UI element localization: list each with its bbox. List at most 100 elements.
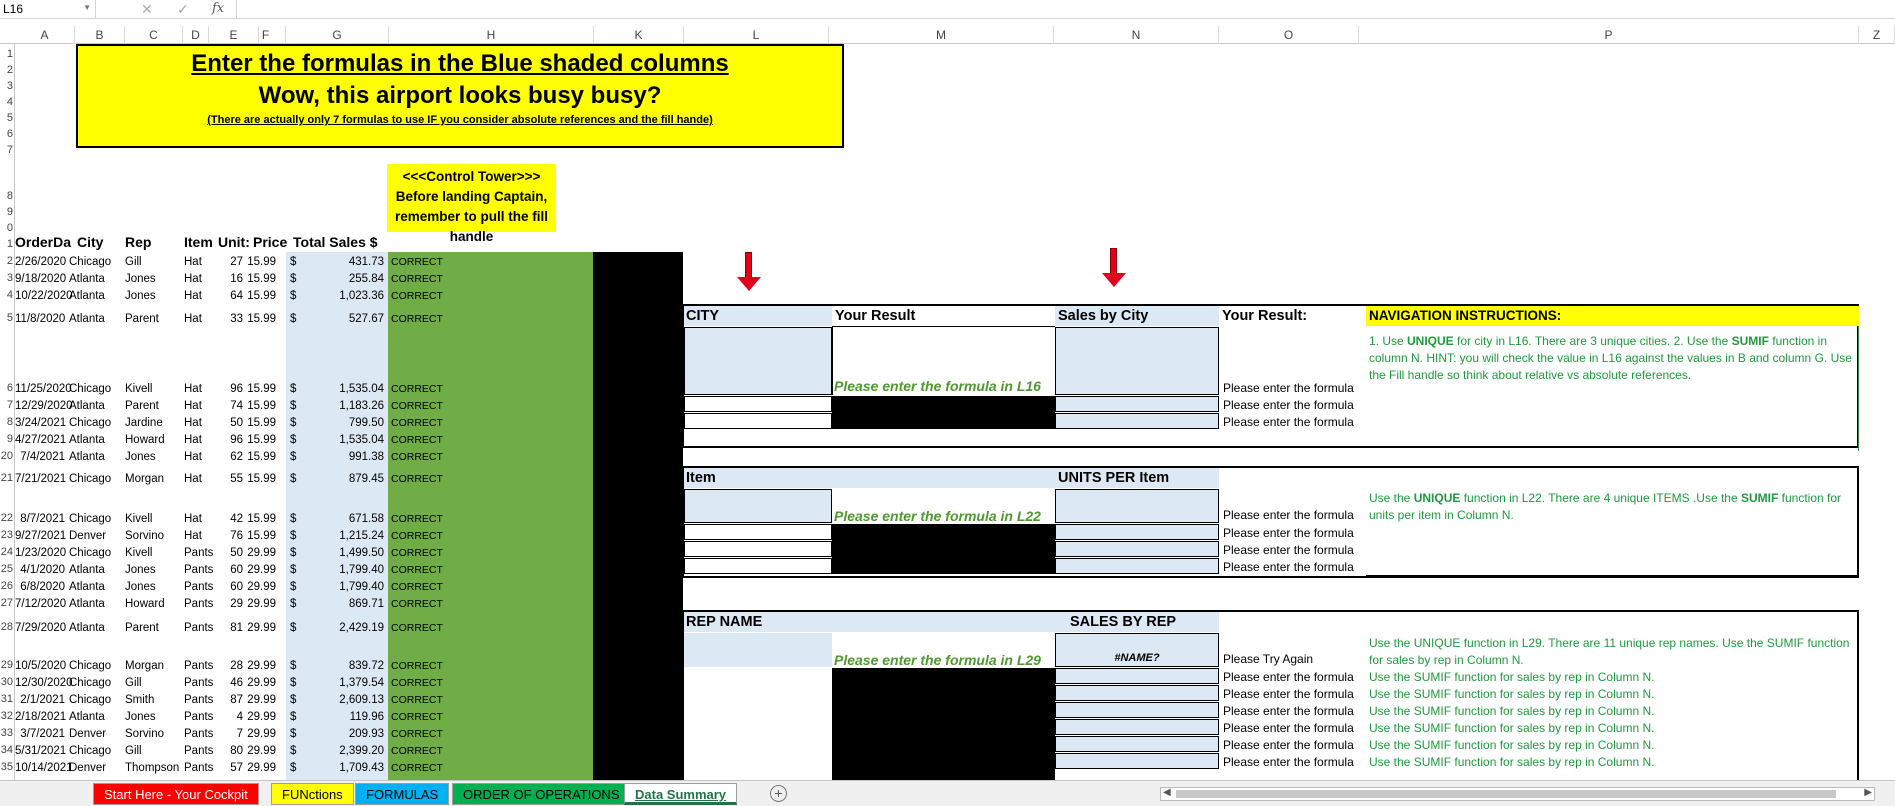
cell-units: 33: [230, 313, 243, 325]
column-header[interactable]: P: [1359, 26, 1859, 44]
row-header[interactable]: 23: [0, 529, 14, 541]
horizontal-scrollbar[interactable]: ◀ ▶: [1160, 787, 1875, 801]
enter-formula-message: Please enter the formula in L16: [834, 378, 1041, 394]
units-per-item-cell[interactable]: [1055, 541, 1219, 557]
sales-by-city-cell[interactable]: [1055, 396, 1219, 412]
tab-start-here[interactable]: Start Here - Your Cockpit: [93, 783, 259, 805]
sales-by-rep-cell[interactable]: #NAME?: [1055, 633, 1219, 667]
column-header[interactable]: N: [1054, 26, 1219, 44]
row-header[interactable]: 9: [0, 433, 14, 445]
enter-icon[interactable]: ✓: [177, 1, 189, 18]
row-header[interactable]: 34: [0, 744, 14, 756]
row-header[interactable]: 29: [0, 659, 14, 671]
row-header[interactable]: 7: [0, 144, 14, 156]
units-per-item-cell[interactable]: [1055, 489, 1219, 523]
row-header[interactable]: 4: [0, 289, 14, 301]
column-header[interactable]: M: [829, 26, 1054, 44]
column-header[interactable]: A: [15, 26, 75, 44]
row-header[interactable]: 22: [0, 512, 14, 524]
cell-city: Chicago: [69, 694, 112, 706]
row-header[interactable]: 24: [0, 546, 14, 558]
row-header[interactable]: 2: [0, 255, 14, 267]
column-header[interactable]: O: [1219, 26, 1359, 44]
name-box[interactable]: L16 ▼: [0, 0, 96, 18]
item-cell[interactable]: [684, 524, 832, 540]
sales-by-rep-cell[interactable]: [1055, 719, 1219, 735]
row-header[interactable]: 8: [0, 190, 14, 202]
row-header[interactable]: 3: [0, 272, 14, 284]
cell-item: Pants: [184, 677, 214, 689]
row-header[interactable]: 25: [0, 563, 14, 575]
row-header[interactable]: 32: [0, 710, 14, 722]
tab-order-of-operations[interactable]: ORDER OF OPERATIONS: [452, 783, 631, 805]
row-header[interactable]: 33: [0, 727, 14, 739]
formula-input[interactable]: [236, 0, 1895, 18]
sales-by-rep-cell[interactable]: [1055, 736, 1219, 752]
worksheet-grid[interactable]: Enter the formulas in the Blue shaded co…: [15, 44, 1895, 780]
row-header[interactable]: 7: [0, 399, 14, 411]
row-header[interactable]: 28: [0, 621, 14, 633]
city-input-cell-l16[interactable]: [684, 327, 832, 395]
cell-item: Pants: [184, 581, 214, 593]
cell-city: Atlanta: [69, 451, 105, 463]
rep-hint-row: Use the SUMIF function for sales by rep …: [1369, 755, 1655, 769]
tab-formulas[interactable]: FORMULAS: [355, 783, 450, 805]
sales-by-rep-cell[interactable]: [1055, 753, 1219, 769]
row-header[interactable]: 0: [0, 222, 14, 234]
row-header[interactable]: 8: [0, 416, 14, 428]
row-header[interactable]: 26: [0, 580, 14, 592]
row-header[interactable]: 4: [0, 96, 14, 108]
units-per-item-cell[interactable]: [1055, 558, 1219, 574]
fx-icon[interactable]: fx: [212, 1, 224, 16]
item-cell[interactable]: [684, 558, 832, 574]
scroll-right-icon[interactable]: ▶: [1864, 787, 1872, 798]
cell-rep: Jones: [125, 564, 156, 576]
tab-data-summary[interactable]: Data Summary: [624, 783, 738, 805]
cancel-icon[interactable]: ✕: [141, 1, 153, 18]
row-header[interactable]: 30: [0, 676, 14, 688]
row-header[interactable]: 9: [0, 206, 14, 218]
city-cell[interactable]: [684, 413, 832, 429]
column-header[interactable]: H: [389, 26, 594, 44]
column-header[interactable]: Z: [1859, 26, 1895, 44]
sales-by-city-cell[interactable]: [1055, 327, 1219, 395]
row-header[interactable]: 27: [0, 597, 14, 609]
rep-input-cell-l29[interactable]: [684, 633, 832, 667]
row-header[interactable]: 20: [0, 450, 14, 462]
sales-by-rep-cell[interactable]: [1055, 668, 1219, 684]
row-header[interactable]: 3: [0, 80, 14, 92]
row-header[interactable]: 31: [0, 693, 14, 705]
chevron-down-icon[interactable]: ▼: [83, 3, 91, 12]
row-header[interactable]: 1: [0, 48, 14, 60]
row-header[interactable]: 6: [0, 382, 14, 394]
row-header[interactable]: 5: [0, 312, 14, 324]
cell-price: 29.99: [247, 547, 276, 559]
city-cell[interactable]: [684, 396, 832, 412]
tab-functions[interactable]: FUNctions: [271, 783, 354, 805]
row-header[interactable]: 35: [0, 761, 14, 773]
row-header[interactable]: 1: [0, 238, 14, 250]
sales-by-rep-cell[interactable]: [1055, 685, 1219, 701]
cell-price: 15.99: [247, 290, 276, 302]
scroll-left-icon[interactable]: ◀: [1163, 787, 1171, 798]
column-header[interactable]: L: [684, 26, 829, 44]
column-header[interactable]: C: [125, 26, 183, 44]
row-header[interactable]: 6: [0, 128, 14, 140]
item-input-cell-l22[interactable]: [684, 489, 832, 523]
column-header[interactable]: D: [183, 26, 209, 44]
row-header[interactable]: 21: [0, 472, 14, 484]
column-header[interactable]: G: [286, 26, 389, 44]
add-sheet-icon[interactable]: +: [770, 785, 787, 802]
row-header[interactable]: 2: [0, 64, 14, 76]
column-header[interactable]: B: [75, 26, 125, 44]
sales-by-rep-cell[interactable]: [1055, 702, 1219, 718]
row-header[interactable]: 5: [0, 112, 14, 124]
cell-rep: Parent: [125, 313, 159, 325]
units-per-item-cell[interactable]: [1055, 524, 1219, 540]
sales-by-city-cell[interactable]: [1055, 413, 1219, 429]
units-per-item-header: UNITS PER Item: [1058, 470, 1170, 486]
column-header[interactable]: K: [594, 26, 684, 44]
column-header[interactable]: F: [246, 26, 286, 44]
item-cell[interactable]: [684, 541, 832, 557]
scrollbar-thumb[interactable]: [1176, 790, 1836, 798]
